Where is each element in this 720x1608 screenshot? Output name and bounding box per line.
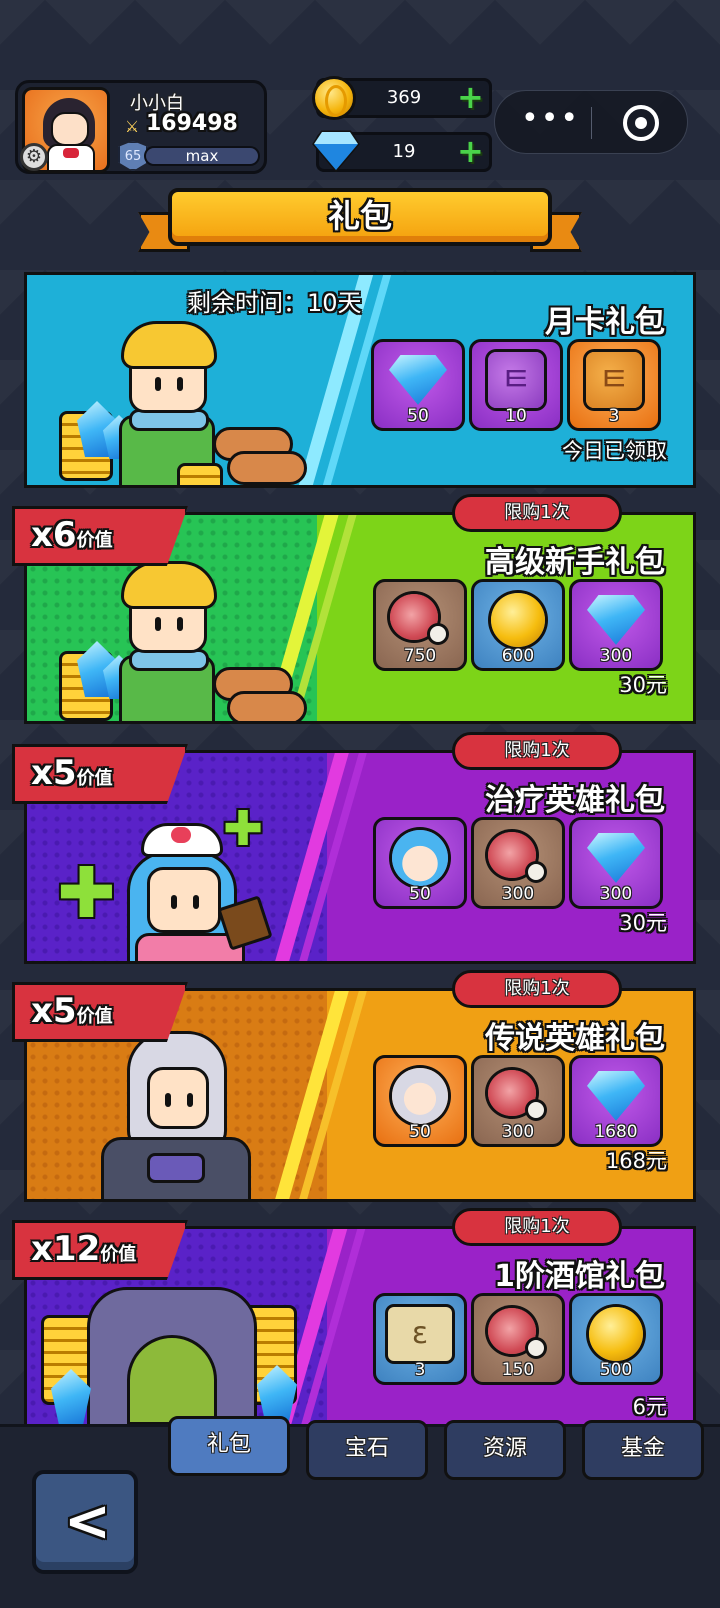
hero-with-loot-art	[47, 555, 307, 721]
pack-price: 6元	[632, 1395, 667, 1419]
monthly-card-pack[interactable]: 剩余时间：10天 月卡礼包 50 ㅌ 10 ㅌ 3 今日已领取	[24, 272, 696, 488]
reward-item: 300	[471, 817, 565, 909]
back-button[interactable]: <	[32, 1470, 138, 1574]
settings-gear-icon[interactable]: ⚙	[20, 143, 48, 171]
reward-item: 50	[373, 817, 467, 909]
miniprogram-capsule: •••	[494, 90, 688, 154]
tab-gems[interactable]: 宝石	[306, 1420, 428, 1480]
nurse-hero-shard-icon	[392, 829, 448, 886]
reward-item: ㅌ 10	[469, 339, 563, 431]
tavern-ticket-icon: ε	[388, 1306, 452, 1361]
value-multiplier-tag: x5价值	[12, 744, 188, 804]
pack-name: 高级新手礼包	[485, 545, 665, 580]
reward-item: 300	[471, 1055, 565, 1147]
reward-item: 150	[471, 1293, 565, 1385]
reward-item: 500	[569, 1293, 663, 1385]
reward-item: 750	[373, 579, 467, 671]
diamond-icon	[587, 1070, 645, 1121]
gold-coin-icon	[589, 1306, 643, 1361]
diamond-amount: 19	[392, 141, 416, 162]
claim-status: 今日已领取	[562, 439, 667, 463]
nurse-hero-art: ✚ ✚	[47, 793, 307, 961]
pack-name: 治疗英雄礼包	[485, 783, 665, 818]
tab-resources[interactable]: 资源	[444, 1420, 566, 1480]
swords-power-icon: ⚔	[124, 117, 140, 136]
meat-icon	[488, 831, 548, 884]
reward-item: ε 3	[373, 1293, 467, 1385]
hero-with-loot-art	[47, 315, 307, 485]
pack-price: 30元	[619, 911, 667, 935]
gold-amount: 369	[386, 87, 422, 108]
diamond-icon	[587, 594, 645, 645]
diamond-icon	[587, 832, 645, 883]
tab-gift-packs[interactable]: 礼包	[168, 1416, 290, 1476]
reward-item: 50	[373, 1055, 467, 1147]
knight-hero-shard-icon	[392, 1067, 448, 1124]
pack-name: 月卡礼包	[545, 305, 665, 340]
reward-item: 50	[371, 339, 465, 431]
reward-item: 300	[569, 817, 663, 909]
gold-coin-icon	[491, 592, 545, 647]
diamond-icon	[312, 130, 360, 172]
level-progress-bar: max	[144, 146, 260, 166]
purchase-limit-badge: 限购1次	[452, 970, 622, 1008]
more-menu-icon[interactable]: •••	[521, 104, 578, 137]
page-title: 礼包	[168, 188, 552, 246]
add-diamond-plus-icon[interactable]: +	[457, 135, 484, 167]
value-multiplier-tag: x6价值	[12, 506, 188, 566]
meat-icon	[488, 1307, 548, 1360]
meat-icon	[390, 593, 450, 646]
meat-icon	[488, 1069, 548, 1122]
tavern-building-art	[37, 1265, 307, 1426]
diamond-icon	[389, 354, 447, 405]
chevron-left-icon: <	[64, 1489, 111, 1554]
value-multiplier-tag: x5价值	[12, 982, 188, 1042]
pack-price: 30元	[619, 673, 667, 697]
reward-item: 300	[569, 579, 663, 671]
tab-fund[interactable]: 基金	[582, 1420, 704, 1480]
reward-item: 1680	[569, 1055, 663, 1147]
add-gold-plus-icon[interactable]: +	[457, 81, 484, 113]
pack-name: 1阶酒馆礼包	[494, 1259, 665, 1294]
reward-item: 600	[471, 579, 565, 671]
close-target-icon[interactable]	[623, 105, 659, 141]
gold-coin-icon	[312, 76, 356, 120]
value-multiplier-tag: x12价值	[12, 1220, 188, 1280]
purchase-limit-badge: 限购1次	[452, 494, 622, 532]
player-power: 169498	[146, 111, 238, 136]
pack-price: 168元	[605, 1149, 667, 1173]
orange-scroll-icon: ㅌ	[586, 351, 642, 408]
player-profile[interactable]: ⚙ 小小白 ⚔ 169498 65 max	[15, 80, 267, 174]
reward-item: ㅌ 3	[567, 339, 661, 431]
purchase-limit-badge: 限购1次	[452, 1208, 622, 1246]
pack-name: 传说英雄礼包	[485, 1021, 665, 1056]
purple-scroll-icon: ㅌ	[488, 351, 544, 408]
remaining-time: 剩余时间：10天	[187, 289, 362, 317]
knight-hero-art	[87, 1027, 287, 1199]
purchase-limit-badge: 限购1次	[452, 732, 622, 770]
